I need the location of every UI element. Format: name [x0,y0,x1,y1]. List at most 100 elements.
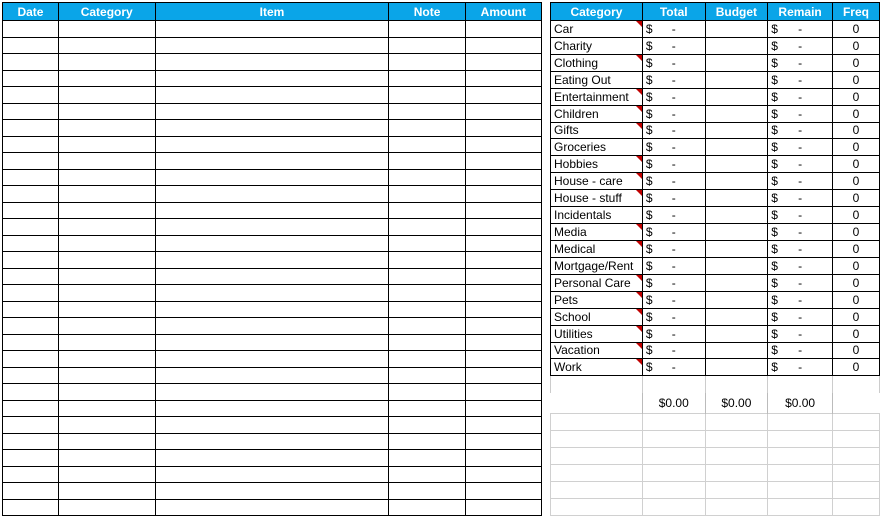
budget-cell[interactable] [705,88,768,105]
cell[interactable] [551,431,643,448]
cell[interactable] [58,499,155,516]
cell[interactable] [642,448,705,465]
transaction-row[interactable] [3,417,542,434]
cell[interactable] [465,235,541,252]
category-name-cell[interactable]: Entertainment [551,88,643,105]
freq-cell[interactable]: 0 [832,274,879,291]
cell[interactable] [389,334,465,351]
remain-cell[interactable]: $- [768,173,833,190]
transaction-row[interactable] [3,136,542,153]
freq-cell[interactable]: 0 [832,291,879,308]
remain-cell[interactable]: $- [768,308,833,325]
cell[interactable] [58,219,155,236]
transaction-row[interactable] [3,268,542,285]
cell[interactable] [3,37,59,54]
budget-cell[interactable] [705,257,768,274]
cell[interactable] [832,499,879,516]
budget-cell[interactable] [705,122,768,139]
total-cell[interactable]: $- [642,105,705,122]
cell[interactable] [705,465,768,482]
category-name-cell[interactable]: Vacation [551,342,643,359]
budget-cell[interactable] [705,105,768,122]
transaction-row[interactable] [3,186,542,203]
cell[interactable] [58,153,155,170]
total-cell[interactable]: $- [642,342,705,359]
freq-cell[interactable]: 0 [832,224,879,241]
cell[interactable] [465,466,541,483]
empty-grid-row[interactable] [551,465,880,482]
budget-cell[interactable] [705,190,768,207]
remain-cell[interactable]: $- [768,105,833,122]
freq-cell[interactable]: 0 [832,257,879,274]
freq-cell[interactable]: 0 [832,71,879,88]
cell[interactable] [465,483,541,500]
cell[interactable] [58,483,155,500]
remain-cell[interactable]: $- [768,190,833,207]
cell[interactable] [389,466,465,483]
cell[interactable] [389,384,465,401]
cell[interactable] [155,318,389,335]
cell[interactable] [58,285,155,302]
category-name-cell[interactable]: Media [551,224,643,241]
budget-cell[interactable] [705,71,768,88]
cell[interactable] [155,433,389,450]
cell[interactable] [58,318,155,335]
cell[interactable] [3,367,59,384]
cell[interactable] [3,252,59,269]
freq-cell[interactable]: 0 [832,173,879,190]
cell[interactable] [465,87,541,104]
cell[interactable] [642,465,705,482]
total-cell[interactable]: $- [642,21,705,38]
cell[interactable] [465,136,541,153]
cell[interactable] [155,285,389,302]
empty-grid-row[interactable] [551,499,880,516]
cell[interactable] [465,351,541,368]
transaction-row[interactable] [3,54,542,71]
cell[interactable] [3,285,59,302]
cell[interactable] [642,482,705,499]
cell[interactable] [58,334,155,351]
cell[interactable] [155,301,389,318]
cell[interactable] [465,169,541,186]
cell[interactable] [465,450,541,467]
cell[interactable] [389,87,465,104]
category-name-cell[interactable]: Gifts [551,122,643,139]
cell[interactable] [155,268,389,285]
cell[interactable] [155,235,389,252]
cell[interactable] [3,351,59,368]
cell[interactable] [465,54,541,71]
transaction-row[interactable] [3,235,542,252]
cell[interactable] [465,186,541,203]
cell[interactable] [58,136,155,153]
cell[interactable] [155,334,389,351]
remain-cell[interactable]: $- [768,240,833,257]
cell[interactable] [155,367,389,384]
cell[interactable] [58,466,155,483]
cell[interactable] [465,219,541,236]
category-name-cell[interactable]: Personal Care [551,274,643,291]
cell[interactable] [465,70,541,87]
cell[interactable] [58,384,155,401]
cell[interactable] [389,70,465,87]
cell[interactable] [58,417,155,434]
cell[interactable] [3,136,59,153]
total-cell[interactable]: $- [642,173,705,190]
cell[interactable] [389,186,465,203]
category-name-cell[interactable]: Car [551,21,643,38]
cell[interactable] [58,21,155,38]
freq-cell[interactable]: 0 [832,88,879,105]
total-cell[interactable]: $- [642,325,705,342]
cell[interactable] [155,54,389,71]
total-cell[interactable]: $- [642,359,705,376]
transaction-row[interactable] [3,169,542,186]
total-cell[interactable]: $- [642,308,705,325]
cell[interactable] [3,186,59,203]
cell[interactable] [465,268,541,285]
remain-cell[interactable]: $- [768,325,833,342]
cell[interactable] [389,21,465,38]
budget-cell[interactable] [705,37,768,54]
cell[interactable] [58,186,155,203]
cell[interactable] [58,169,155,186]
cell[interactable] [58,70,155,87]
cell[interactable] [3,268,59,285]
